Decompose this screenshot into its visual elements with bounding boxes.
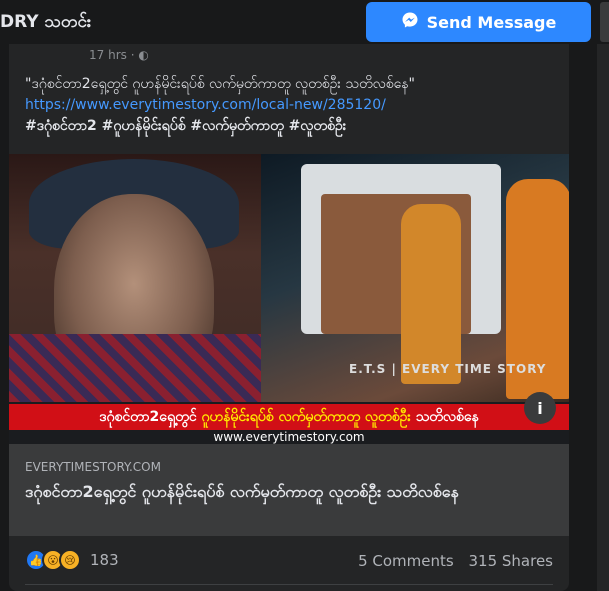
side-strip [597,44,609,591]
image-right-pane: E.T.S | EVERY TIME STORY [261,154,569,402]
link-preview[interactable]: EVERYTIMESTORY.COM ဒဂုံစင်တာ2ရှေ့တွင် ဂူ… [9,444,569,536]
caption-title: "ဒဂုံစင်တာ2ရှေ့တွင် ဂူဟန်မိုင်းရပ်စ် လက်… [25,76,415,92]
caption-hashtags[interactable]: #ဒဂုံစင်တာ2 #ဂူဟန်မိုင်းရပ်စ် #လက်မှတ်ကာ… [25,116,560,137]
shares-count[interactable]: 315 Shares [469,552,554,570]
image-watermark-top: E.T.S | EVERY TIME STORY [349,362,547,376]
image-worker-shape [401,204,461,384]
banner-text-2: ဂူဟန်မိုင်းရပ်စ် လက်မှတ်ကာတူ လူတစ်ဦး [201,408,411,425]
link-title: ဒဂုံစင်တာ2ရှေ့တွင် ဂူဟန်မိုင်းရပ်စ် လက်မ… [25,482,459,501]
send-message-label: Send Message [426,12,557,32]
image-shirt-shape [9,334,261,402]
messenger-icon [401,11,419,33]
comments-count[interactable]: 5 Comments [358,552,454,570]
reactions-summary[interactable]: 👍 😮 😢 183 [25,548,119,572]
post-card: 17 hrs · ◐ "ဒဂုံစင်တာ2ရှေ့တွင် ဂူဟန်မိုင… [9,44,569,591]
reaction-count: 183 [90,551,119,569]
globe-icon: ◐ [138,48,149,62]
banner-text-3: သတိလစ်နေ [415,408,479,425]
image-watermark-bottom: www.everytimestory.com [213,430,365,444]
sad-icon: 😢 [59,549,81,571]
banner-text-1: ဒဂုံစင်တာ2ရှေ့တွင် [99,408,197,425]
post-timestamp[interactable]: 17 hrs · ◐ [89,48,149,62]
top-bar: DRY သတင်း Send Message [0,0,609,46]
post-caption: "ဒဂုံစင်တာ2ရှေ့တွင် ဂူဟန်မိုင်းရပ်စ် လက်… [25,74,560,137]
image-left-pane [9,154,261,402]
image-banner: ဒဂုံစင်တာ2ရှေ့တွင် ဂူဟန်မိုင်းရပ်စ် လက်မ… [9,404,569,430]
info-icon[interactable]: i [524,392,556,424]
scroll-edge [600,2,609,42]
page-name[interactable]: DRY သတင်း [0,11,91,36]
send-message-button[interactable]: Send Message [366,2,591,42]
divider [25,584,553,585]
timestamp-text: 17 hrs · [89,48,139,62]
post-stats: 5 Comments 315 Shares [358,552,553,570]
link-domain: EVERYTIMESTORY.COM [25,460,161,474]
caption-link[interactable]: https://www.everytimestory.com/local-new… [25,95,560,116]
post-image[interactable]: E.T.S | EVERY TIME STORY ဒဂုံစင်တာ2ရှေ့တ… [9,154,569,444]
